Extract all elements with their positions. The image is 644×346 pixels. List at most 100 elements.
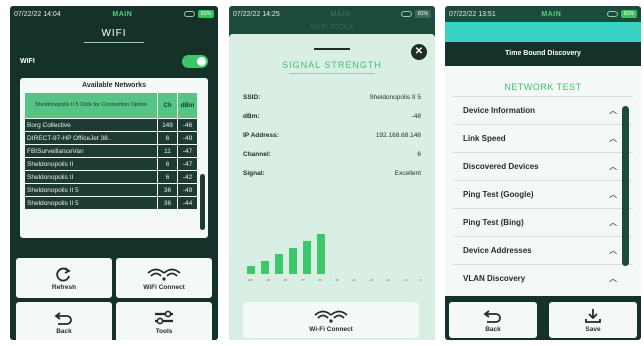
wifi-connect-button[interactable]: WiFi Connect	[116, 258, 212, 298]
list-item-label: Discovered Devices	[463, 162, 539, 171]
column-dbm: dBm	[177, 92, 198, 119]
save-button[interactable]: Save	[549, 302, 637, 338]
signal-bar	[275, 254, 283, 274]
back-button[interactable]: Back	[16, 302, 112, 340]
list-scrollbar[interactable]	[622, 106, 629, 266]
back-button[interactable]: Back	[449, 302, 537, 338]
axis-tick-label: -100	[247, 278, 254, 282]
list-item[interactable]: Link Speed ︿	[453, 125, 633, 153]
status-bar: 07/22/22 13:51 MAIN 81%	[445, 6, 641, 22]
title-underline	[84, 42, 144, 43]
refresh-button[interactable]: Refresh	[16, 258, 112, 298]
network-name: Sheldonopolis II	[24, 157, 158, 171]
list-item[interactable]: Device Information ︿	[453, 97, 633, 125]
info-key: dBm:	[243, 113, 260, 120]
list-item[interactable]: Ping Test (Bing) ︿	[453, 209, 633, 237]
back-label: Back	[485, 325, 501, 333]
chevron-up-icon: ︿	[609, 246, 617, 255]
list-item[interactable]: Ping Test (Google) ︿	[453, 181, 633, 209]
page-title: WIFI	[101, 28, 127, 39]
network-test-screen: 07/22/22 13:51 MAIN 81% Time Bound Disco…	[445, 6, 641, 340]
table-row[interactable]: Sheldonopolis II 5 36 -44	[24, 196, 198, 210]
wifi-connect-icon	[147, 268, 181, 281]
back-arrow-icon	[483, 309, 501, 323]
wifi-toggle[interactable]	[182, 55, 208, 68]
chevron-up-icon: ︿	[609, 274, 617, 283]
network-channel: 6	[157, 131, 178, 145]
table-row[interactable]: Sheldonopolis II 6 -47	[24, 157, 198, 171]
networks-scrollbar[interactable]	[200, 174, 205, 230]
background-title: WI-FI TOOLS	[310, 24, 354, 31]
battery-indicator: 81%	[197, 10, 214, 18]
table-row[interactable]: Borg Collective 149 -46	[24, 118, 198, 132]
network-channel: 6	[157, 157, 178, 171]
info-value: 192.168.68.148	[375, 132, 421, 139]
network-dbm: -47	[177, 144, 198, 158]
signal-bars	[247, 224, 337, 274]
info-key: IP Address:	[243, 132, 279, 139]
status-time: 07/22/22 13:51	[449, 10, 496, 18]
network-dbm: -49	[177, 183, 198, 197]
refresh-label: Refresh	[51, 283, 77, 291]
list-item[interactable]: Device Addresses ︿	[453, 237, 633, 265]
info-value: 6	[417, 151, 421, 158]
list-item-label: Ping Test (Google)	[463, 190, 534, 199]
info-value: -48	[411, 113, 421, 120]
axis-tick-label: -10	[403, 278, 408, 282]
tools-icon	[155, 310, 173, 324]
network-channel: 11	[157, 144, 178, 158]
axis-tick-label: -60	[317, 278, 322, 282]
battery-indicator: 81%	[414, 10, 431, 18]
toggle-knob	[197, 57, 206, 66]
axis-tick-label: -40	[351, 278, 356, 282]
wifi-screen: 07/22/22 14:04 MAIN 81% WIFI WIFI Availa…	[10, 6, 218, 340]
info-row-signal: Signal: Excellent	[243, 164, 421, 183]
chevron-up-icon: ︿	[609, 190, 617, 199]
status-mode: MAIN	[112, 10, 133, 18]
network-dbm: -46	[177, 118, 198, 132]
link-icon	[400, 11, 412, 17]
close-icon[interactable]: ✕	[411, 44, 427, 60]
table-row[interactable]: FBISurveillanceVan 11 -47	[24, 144, 198, 158]
wifi-connect-label: WiFi Connect	[143, 283, 185, 291]
network-channel: 36	[157, 196, 178, 210]
network-test-heading: NETWORK TEST	[453, 76, 633, 97]
save-label: Save	[585, 325, 601, 333]
networks-heading: Available Networks	[82, 82, 146, 89]
selected-network-hint[interactable]: Sheldonopolis II 5 Click for Connection …	[24, 92, 158, 119]
chevron-up-icon: ︿	[609, 218, 617, 227]
list-item-label: VLAN Discovery	[463, 274, 526, 283]
chevron-up-icon: ︿	[609, 162, 617, 171]
networks-table: Sheldonopolis II 5 Click for Connection …	[24, 92, 198, 210]
table-row[interactable]: Sheldonopolis II 5 36 -49	[24, 183, 198, 197]
tools-button[interactable]: Tools	[116, 302, 212, 340]
wifi-toggle-row: WIFI	[10, 55, 218, 68]
network-name: DIRECT-97-HP OfficeJet 38..	[24, 131, 158, 145]
axis-tick-label: -50	[334, 278, 339, 282]
network-dbm: -47	[177, 157, 198, 171]
axis-tick-label: -90	[265, 278, 271, 282]
info-row-dbm: dBm: -48	[243, 107, 421, 126]
network-name: Sheldonopolis II	[24, 170, 158, 184]
network-channel: 149	[157, 118, 178, 132]
info-key: Signal:	[243, 170, 265, 177]
info-row-ip: IP Address: 192.168.68.148	[243, 126, 421, 145]
tools-label: Tools	[155, 327, 173, 335]
network-name: Sheldonopolis II 5	[24, 183, 158, 197]
list-item[interactable]: VLAN Discovery ︿	[453, 265, 633, 292]
axis-tick-label: 0	[420, 278, 422, 282]
table-row[interactable]: DIRECT-97-HP OfficeJet 38.. 6 -49	[24, 131, 198, 145]
header-band	[445, 22, 641, 42]
wifi-label: WIFI	[20, 58, 35, 65]
network-channel: 6	[157, 170, 178, 184]
modal-handle[interactable]	[314, 48, 350, 50]
chevron-up-icon: ︿	[609, 134, 617, 143]
signal-axis: -100 -90 -80 -70 -60 -50 -40 -30 -20 -10 0	[247, 278, 422, 282]
network-name: Sheldonopolis II 5	[24, 196, 158, 210]
wifi-connect-button[interactable]: Wi-Fi Connect	[243, 302, 419, 338]
connection-info: SSID: Sheldonopolis II 5 dBm: -48 IP Addre…	[243, 88, 421, 183]
back-label: Back	[56, 327, 72, 335]
table-row[interactable]: Sheldonopolis II 6 -42	[24, 170, 198, 184]
axis-tick-label: -80	[282, 278, 288, 282]
list-item[interactable]: Discovered Devices ︿	[453, 153, 633, 181]
